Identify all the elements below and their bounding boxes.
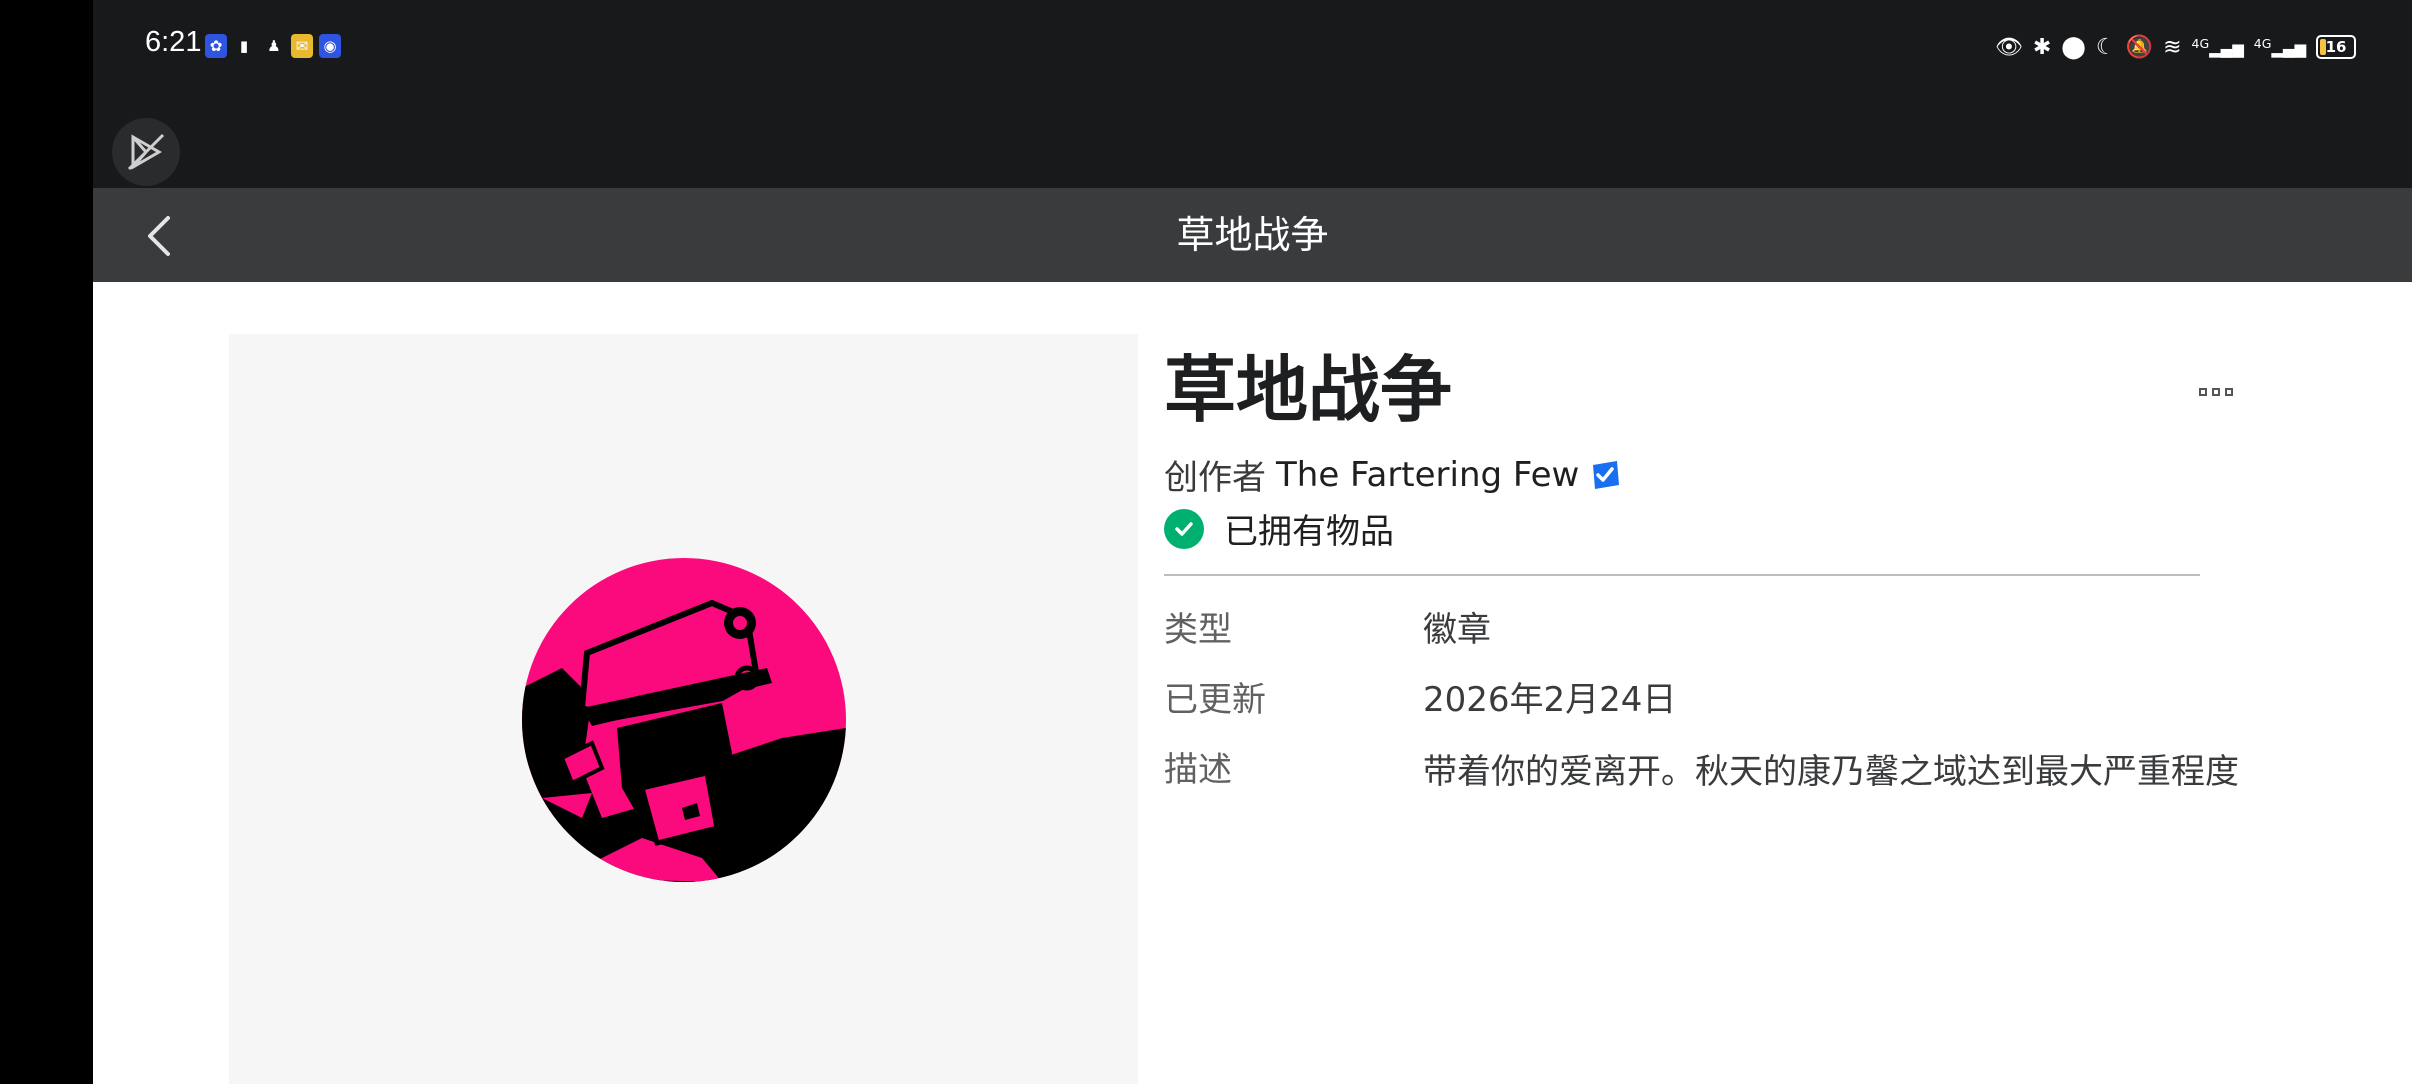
- mail-icon: ✉: [291, 34, 313, 58]
- status-time: 6:21: [145, 26, 202, 58]
- signal-icon: 4G▂▄▆: [2191, 36, 2244, 58]
- dot-icon: [2225, 388, 2233, 396]
- status-bar: 6:21 ✿ ▮ ♟ ✉ ◉ 👁 ✱ ⬤ ☾ 🔕 ≋ 4G▂▄▆ 4G▂▄▆ 1…: [93, 0, 2412, 188]
- qq-icon: ♟: [267, 37, 281, 55]
- status-icons: 👁 ✱ ⬤ ☾ 🔕 ≋ 4G▂▄▆ 4G▂▄▆ 16: [1995, 30, 2356, 64]
- description-value: 带着你的爱离开。秋天的康乃馨之域达到最大严重程度: [1423, 752, 2239, 792]
- floating-ball-icon[interactable]: [112, 118, 180, 186]
- item-name: 草地战争: [1164, 348, 1453, 432]
- title-bar: 草地战争: [93, 188, 2412, 282]
- bluetooth-icon: ✱: [2032, 34, 2052, 60]
- creator-row: 创作者 The Fartering Few: [1164, 450, 1621, 499]
- type-label: 类型: [1164, 610, 1232, 650]
- page-title: 草地战争: [1176, 213, 1329, 257]
- screen-bezel: [0, 0, 93, 1084]
- updated-label: 已更新: [1164, 680, 1266, 720]
- more-options-button[interactable]: [2190, 372, 2242, 412]
- eye-icon: 👁: [1994, 34, 2023, 60]
- moon-icon: ☾: [2095, 34, 2116, 60]
- creator-prefix: 创作者: [1164, 458, 1266, 498]
- signal-icon: 4G▂▄▆: [2253, 36, 2306, 58]
- verified-badge-icon: [1589, 459, 1621, 491]
- creator-link[interactable]: The Fartering Few: [1276, 455, 1579, 495]
- app-icon: ✿: [205, 34, 227, 58]
- battery-icon: 16: [2316, 35, 2356, 59]
- description-label: 描述: [1164, 750, 1232, 790]
- owned-label: 已拥有物品: [1224, 512, 1394, 552]
- mute-icon: 🔕: [2125, 34, 2154, 60]
- check-circle-icon: [1164, 508, 1204, 549]
- dot-icon: [2199, 388, 2207, 396]
- shield-icon: ◉: [319, 34, 341, 58]
- type-value: 徽章: [1423, 610, 1491, 650]
- battery-alert-icon: ▮: [239, 37, 249, 55]
- updated-value: 2026年2月24日: [1423, 680, 1677, 720]
- location-icon: ⬤: [2061, 34, 2086, 60]
- owned-status: 已拥有物品: [1164, 504, 1394, 553]
- wifi-icon: ≋: [2163, 34, 2182, 60]
- badge-image: [522, 558, 846, 882]
- divider: [1164, 574, 2200, 576]
- battery-level: 16: [2325, 38, 2347, 56]
- dot-icon: [2212, 388, 2220, 396]
- item-thumbnail-panel: [229, 334, 1138, 1084]
